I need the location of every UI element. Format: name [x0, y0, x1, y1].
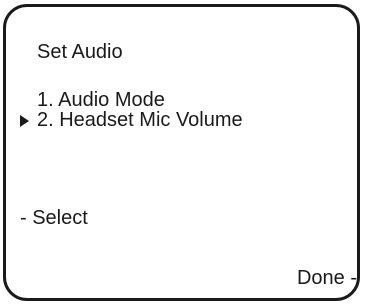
select-softkey[interactable]: - Select	[20, 206, 88, 230]
phone-display: Set Audio 1. Audio Mode 2. Headset Mic V…	[3, 4, 360, 301]
selection-pointer-icon	[20, 115, 29, 127]
menu-item-label: 2. Headset Mic Volume	[37, 109, 243, 131]
done-softkey[interactable]: Done -	[297, 266, 357, 290]
screen-title: Set Audio	[37, 41, 123, 63]
menu-item-label: 1. Audio Mode	[37, 89, 165, 111]
